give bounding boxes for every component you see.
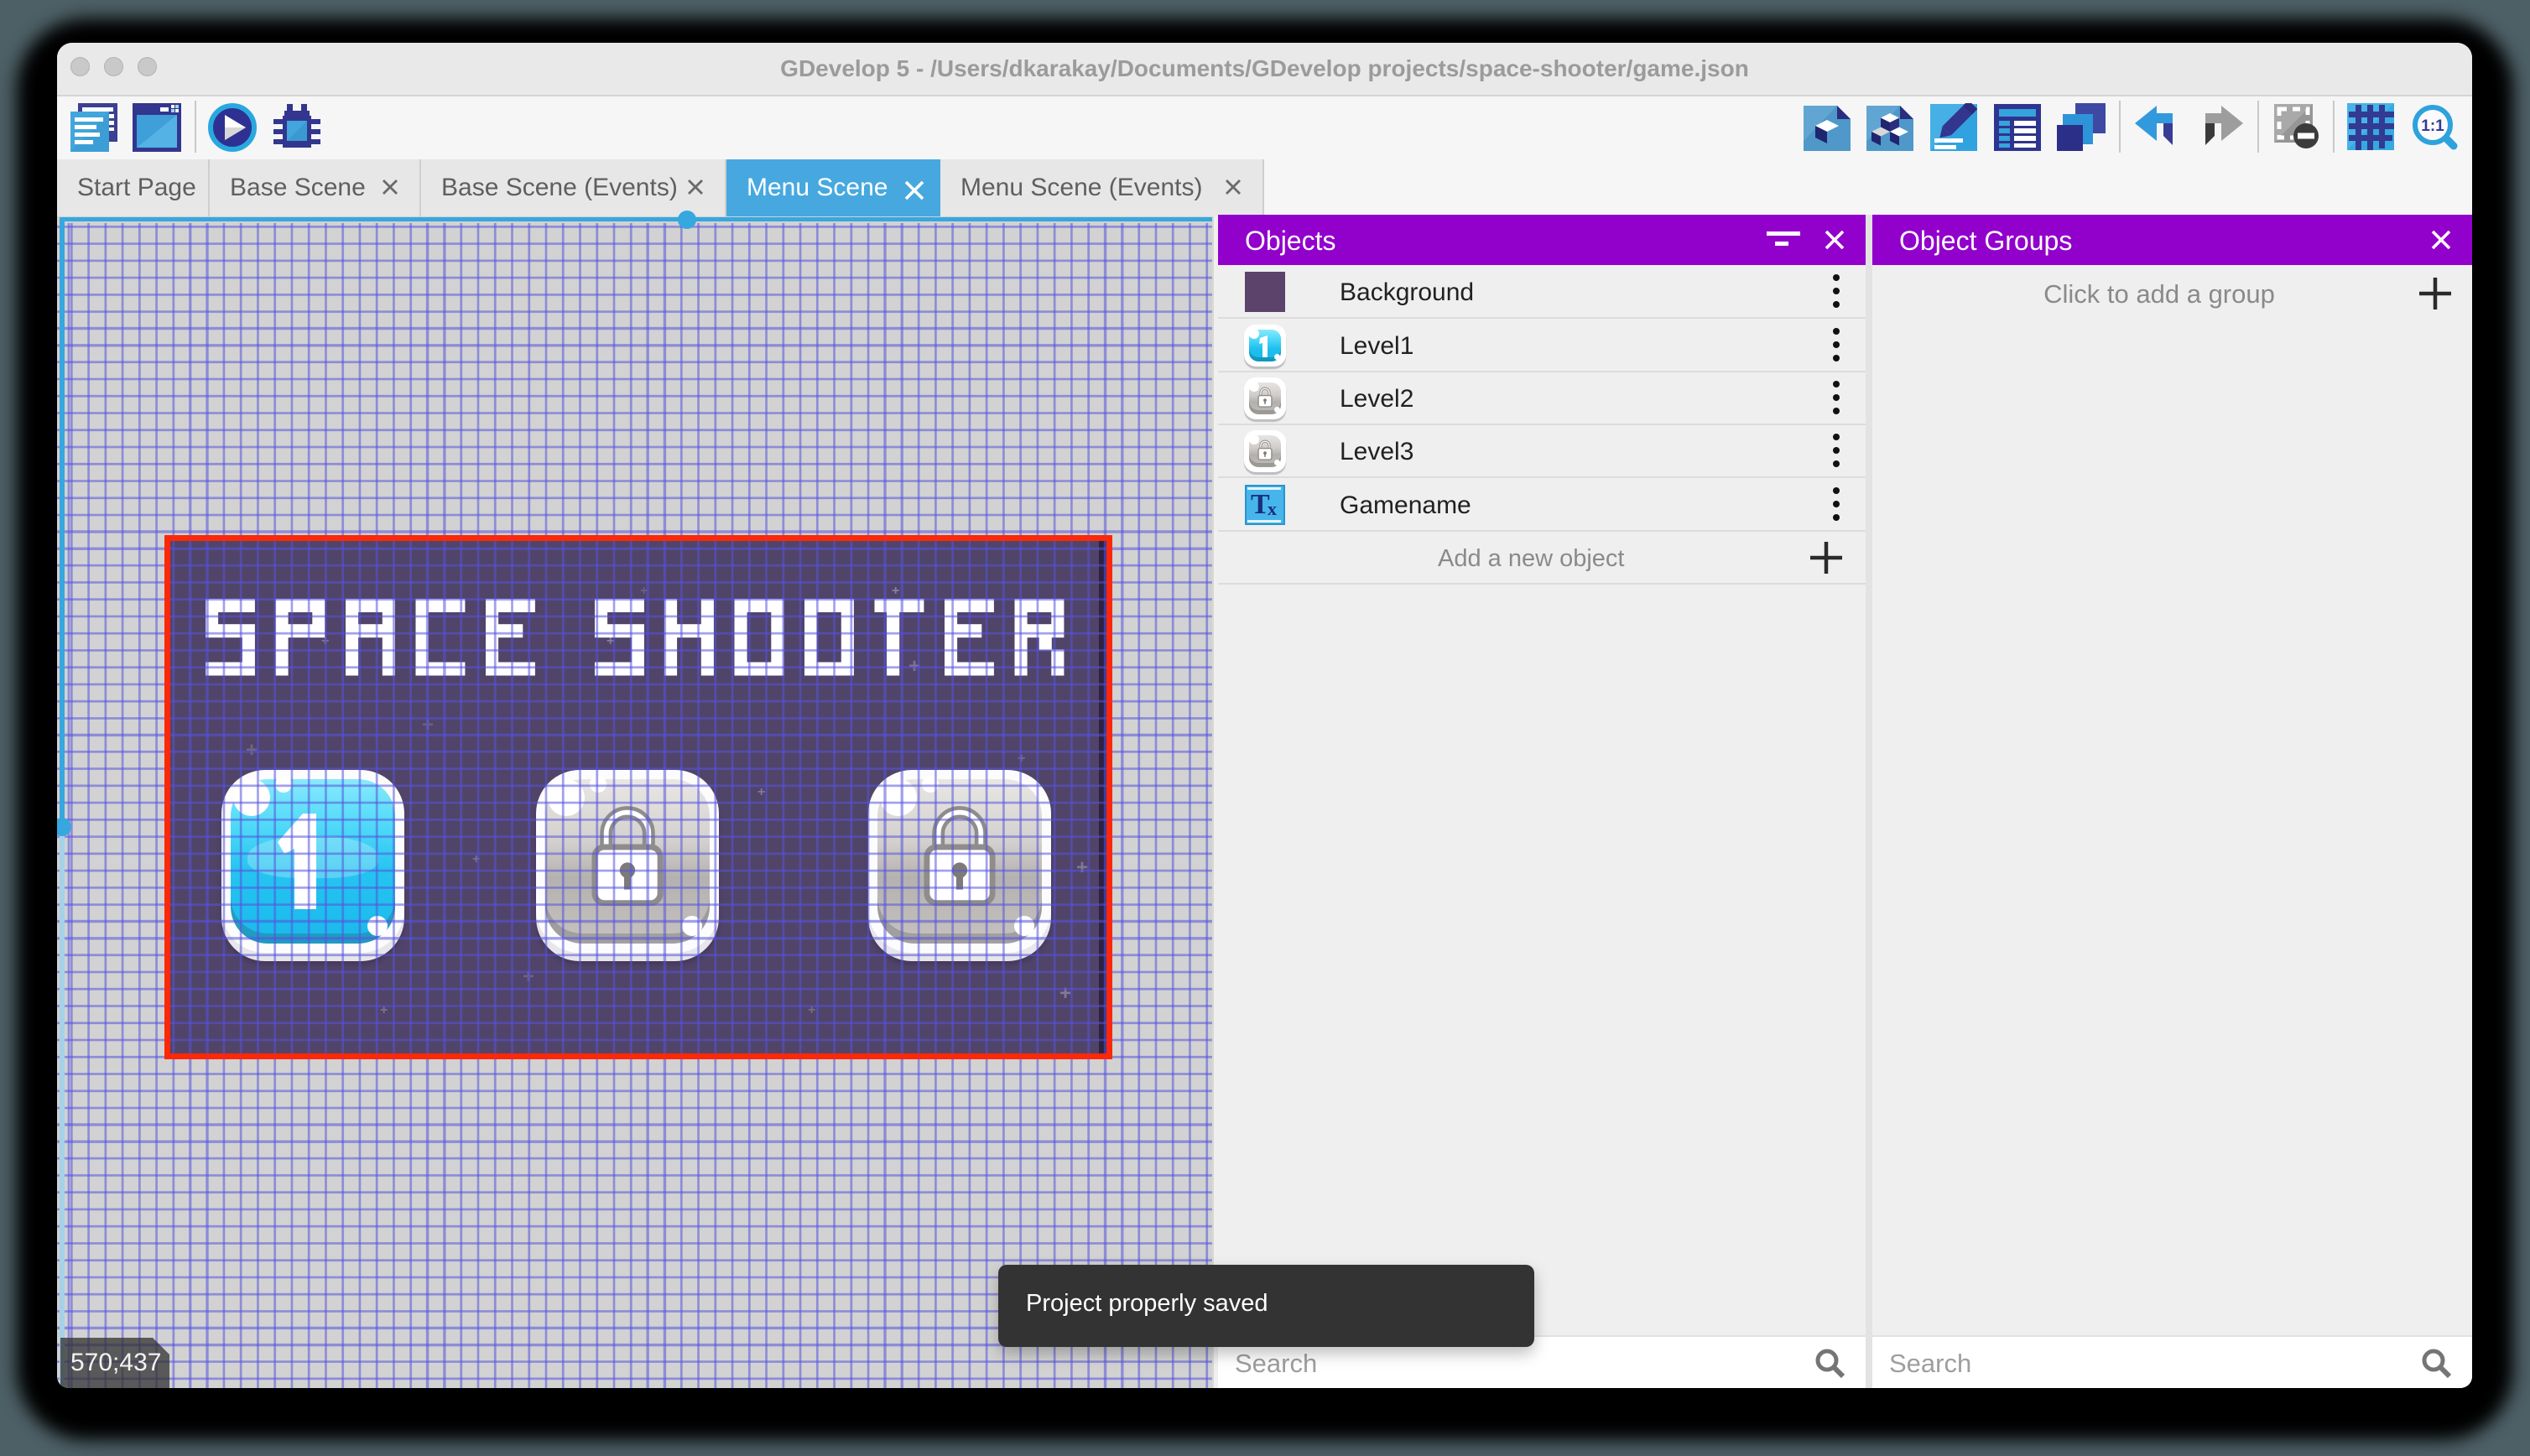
- svg-text:1:1: 1:1: [2421, 117, 2444, 135]
